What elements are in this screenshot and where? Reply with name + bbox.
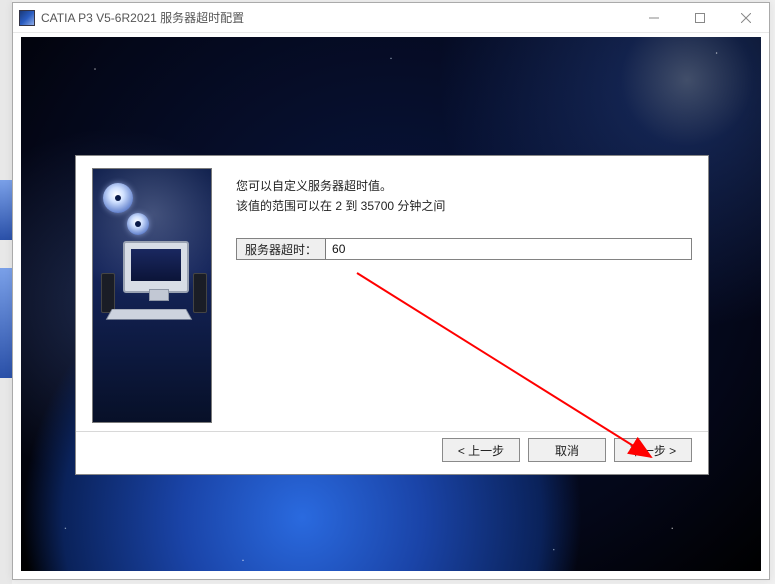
desktop-left-edge <box>0 0 12 584</box>
wizard-content: 您可以自定义服务器超时值。 该值的范围可以在 2 到 35700 分钟之间 服务… <box>236 176 692 426</box>
monitor-icon <box>123 241 189 293</box>
speaker-icon <box>101 273 115 313</box>
app-window: CATIA P3 V5-6R2021 服务器超时配置 <box>12 2 770 580</box>
client-background: 您可以自定义服务器超时值。 该值的范围可以在 2 到 35700 分钟之间 服务… <box>21 37 761 571</box>
wizard-side-image <box>92 168 212 423</box>
timeout-field-row: 服务器超时： <box>236 238 692 260</box>
speaker-icon <box>193 273 207 313</box>
cd-icon <box>103 183 133 213</box>
timeout-input[interactable] <box>326 239 494 259</box>
app-icon <box>19 10 35 26</box>
wizard-button-row: < 上一步 取消 下一步 > <box>442 438 692 462</box>
timeout-label: 服务器超时： <box>237 239 326 259</box>
minimize-button[interactable] <box>631 3 677 32</box>
bg-fragment <box>0 180 12 240</box>
wizard-dialog: 您可以自定义服务器超时值。 该值的范围可以在 2 到 35700 分钟之间 服务… <box>75 155 709 475</box>
cd-icon <box>127 213 149 235</box>
title-bar[interactable]: CATIA P3 V5-6R2021 服务器超时配置 <box>13 3 769 33</box>
back-button[interactable]: < 上一步 <box>442 438 520 462</box>
description-line-1: 您可以自定义服务器超时值。 <box>236 176 692 196</box>
button-divider <box>76 431 708 432</box>
close-button[interactable] <box>723 3 769 32</box>
bg-fragment <box>0 268 12 378</box>
next-button[interactable]: 下一步 > <box>614 438 692 462</box>
window-title: CATIA P3 V5-6R2021 服务器超时配置 <box>41 9 244 26</box>
maximize-button[interactable] <box>677 3 723 32</box>
keyboard-icon <box>106 309 192 320</box>
cancel-button[interactable]: 取消 <box>528 438 606 462</box>
description-line-2: 该值的范围可以在 2 到 35700 分钟之间 <box>236 196 692 216</box>
window-controls <box>631 3 769 32</box>
